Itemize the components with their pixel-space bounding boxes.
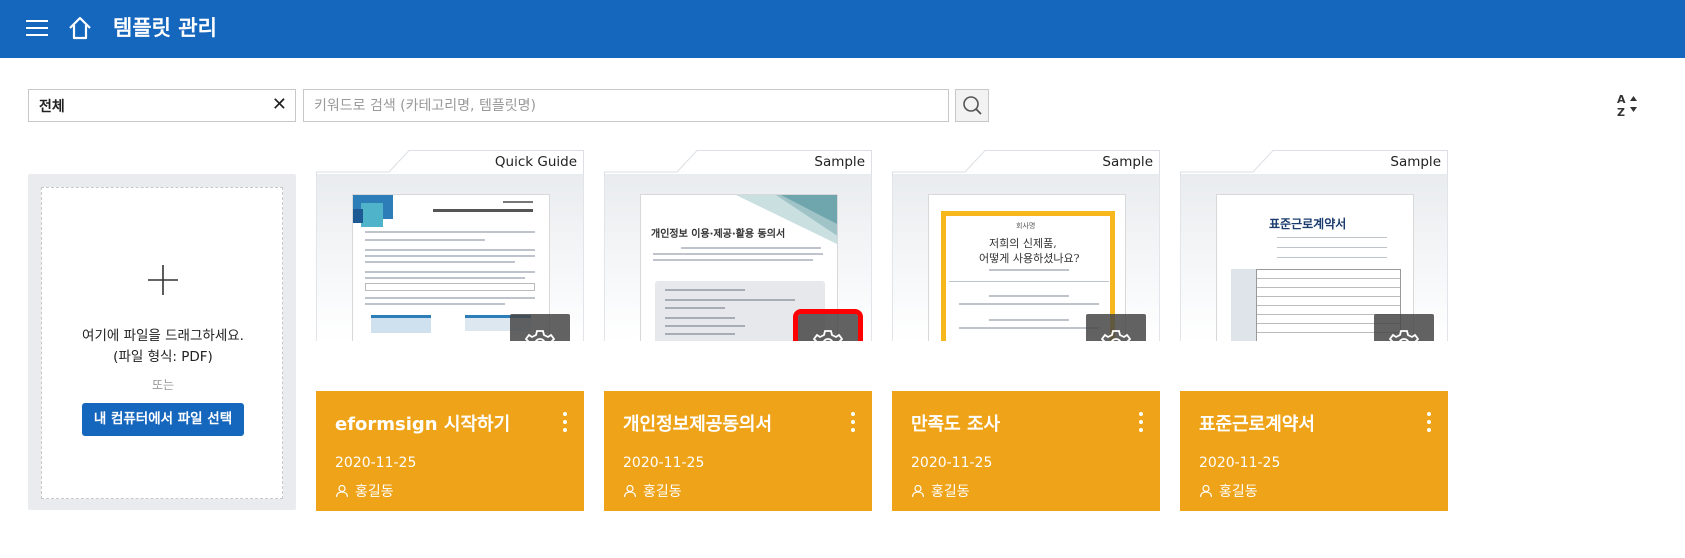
plus-icon bbox=[148, 265, 178, 295]
template-settings-button[interactable] bbox=[510, 314, 570, 341]
template-settings-button[interactable] bbox=[1086, 314, 1146, 341]
more-options-icon[interactable] bbox=[1136, 411, 1146, 433]
owner-name: 홍길동 bbox=[1219, 484, 1258, 500]
search-button[interactable] bbox=[955, 89, 989, 122]
card-info[interactable]: 개인정보제공동의서 2020-11-25 홍길동 bbox=[604, 391, 872, 511]
more-options-icon[interactable] bbox=[1424, 411, 1434, 433]
card-category-tag: Sample bbox=[1102, 154, 1153, 170]
template-thumbnail[interactable]: 개인정보 이용·제공·활용 동의서 bbox=[604, 174, 872, 341]
drag-instruction-line1: 여기에 파일을 드래그하세요. bbox=[82, 328, 244, 344]
hamburger-menu-icon[interactable] bbox=[26, 18, 48, 38]
card-category-tag: Sample bbox=[814, 154, 865, 170]
home-icon[interactable] bbox=[66, 14, 94, 42]
card-category-tag: Sample bbox=[1390, 154, 1441, 170]
template-date: 2020-11-25 bbox=[911, 455, 993, 471]
gear-icon bbox=[524, 330, 556, 341]
search-input[interactable] bbox=[303, 89, 949, 122]
template-settings-button[interactable] bbox=[793, 309, 863, 341]
card-category-tag: Quick Guide bbox=[494, 154, 577, 170]
template-settings-button[interactable] bbox=[1374, 314, 1434, 341]
template-owner: 홍길동 bbox=[335, 481, 394, 501]
user-icon bbox=[911, 484, 925, 498]
document-title: 저희의 신제품, bbox=[989, 237, 1057, 250]
template-name: eformsign 시작하기 bbox=[335, 414, 511, 435]
file-drop-area[interactable]: 여기에 파일을 드래그하세요. (파일 형식: PDF) 또는 내 컴퓨터에서 … bbox=[41, 187, 283, 499]
template-name: 개인정보제공동의서 bbox=[623, 414, 773, 435]
owner-name: 홍길동 bbox=[355, 484, 394, 500]
drag-instruction: 여기에 파일을 드래그하세요. (파일 형식: PDF) bbox=[42, 326, 284, 368]
more-options-icon[interactable] bbox=[848, 411, 858, 433]
search-icon bbox=[963, 96, 982, 115]
document-badge: 회사명 bbox=[1016, 222, 1036, 230]
template-name: 표준근로계약서 bbox=[1199, 414, 1315, 435]
template-card[interactable]: Sample 표준근로계약서 표준근로계약서 2020-11-25 홍길동 bbox=[1180, 150, 1448, 511]
gear-icon bbox=[1100, 330, 1132, 341]
gear-icon bbox=[812, 330, 844, 341]
template-owner: 홍길동 bbox=[623, 481, 682, 501]
card-info[interactable]: 표준근로계약서 2020-11-25 홍길동 bbox=[1180, 391, 1448, 511]
document-title: 표준근로계약서 bbox=[1269, 217, 1347, 231]
template-card[interactable]: Quick Guide eformsign 시작하기 2020-11-25 홍길… bbox=[316, 150, 584, 511]
template-owner: 홍길동 bbox=[1199, 481, 1258, 501]
card-info[interactable]: 만족도 조사 2020-11-25 홍길동 bbox=[892, 391, 1160, 511]
user-icon bbox=[1199, 484, 1213, 498]
owner-name: 홍길동 bbox=[931, 484, 970, 500]
gear-icon bbox=[1388, 330, 1420, 341]
svg-text:Z: Z bbox=[1617, 106, 1625, 119]
card-info[interactable]: eformsign 시작하기 2020-11-25 홍길동 bbox=[316, 391, 584, 511]
template-date: 2020-11-25 bbox=[1199, 455, 1281, 471]
page-title: 템플릿 관리 bbox=[113, 16, 217, 40]
document-title: 개인정보 이용·제공·활용 동의서 bbox=[651, 229, 786, 240]
sort-az-button[interactable]: A Z bbox=[1614, 90, 1644, 120]
category-filter-select[interactable]: 전체 ✕ bbox=[28, 89, 296, 122]
user-icon bbox=[335, 484, 349, 498]
template-date: 2020-11-25 bbox=[335, 455, 417, 471]
document-subtitle: 어떻게 사용하셨나요? bbox=[979, 252, 1080, 265]
select-file-button[interactable]: 내 컴퓨터에서 파일 선택 bbox=[82, 403, 244, 436]
or-text: 또는 bbox=[151, 378, 175, 392]
clear-filter-icon[interactable]: ✕ bbox=[272, 94, 287, 116]
drag-instruction-line2: (파일 형식: PDF) bbox=[113, 349, 213, 365]
file-drop-zone[interactable]: 여기에 파일을 드래그하세요. (파일 형식: PDF) 또는 내 컴퓨터에서 … bbox=[28, 174, 296, 510]
category-filter-value: 전체 bbox=[39, 99, 65, 115]
template-thumbnail[interactable]: 표준근로계약서 bbox=[1180, 174, 1448, 341]
svg-text:A: A bbox=[1617, 93, 1626, 106]
template-date: 2020-11-25 bbox=[623, 455, 705, 471]
template-thumbnail[interactable]: 회사명 저희의 신제품, 어떻게 사용하셨나요? bbox=[892, 174, 1160, 341]
template-owner: 홍길동 bbox=[911, 481, 970, 501]
sort-az-icon: A Z bbox=[1617, 93, 1637, 119]
template-name: 만족도 조사 bbox=[911, 414, 1001, 435]
more-options-icon[interactable] bbox=[560, 411, 570, 433]
top-app-bar: 템플릿 관리 bbox=[0, 0, 1685, 58]
template-thumbnail[interactable] bbox=[316, 174, 584, 341]
template-card[interactable]: Sample 회사명 저희의 신제품, 어떻게 사용하셨나요? 만족도 조사 2… bbox=[892, 150, 1160, 511]
template-card[interactable]: Sample 개인정보 이용·제공·활용 동의서 개인정보제공동의서 2020-… bbox=[604, 150, 872, 511]
owner-name: 홍길동 bbox=[643, 484, 682, 500]
user-icon bbox=[623, 484, 637, 498]
